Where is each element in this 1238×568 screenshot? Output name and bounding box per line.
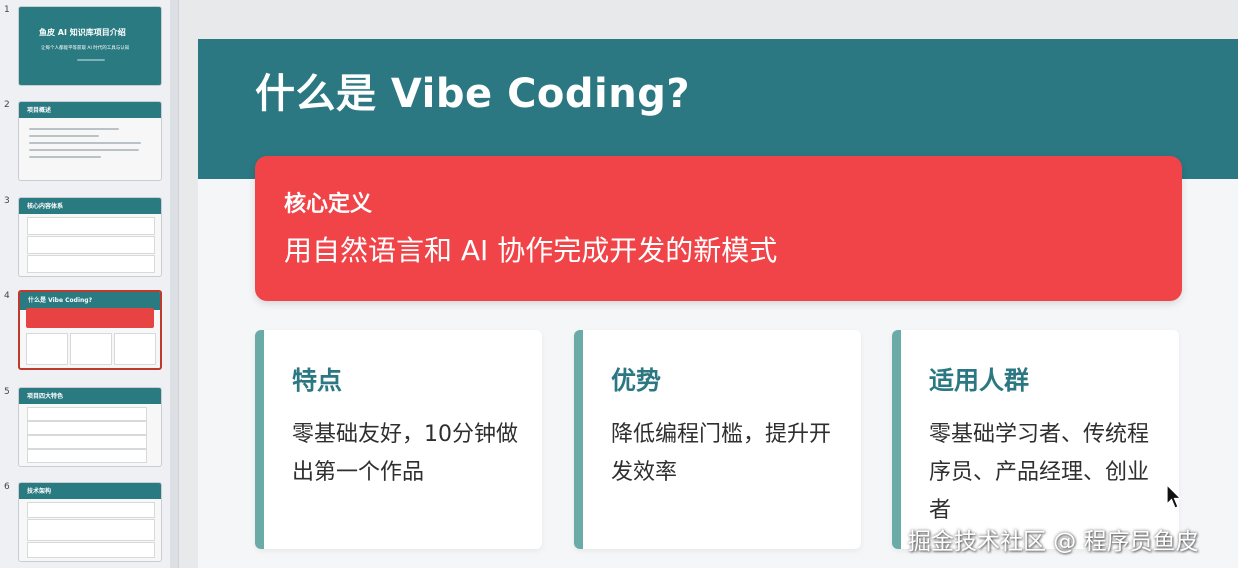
feature-card-body: 降低编程门槛，提升开发效率	[611, 422, 832, 485]
thumbnail-box	[27, 236, 155, 254]
slide-number: 5	[4, 387, 10, 397]
thumbnail-box	[27, 435, 147, 449]
thumbnail-title: 什么是 Vibe Coding?	[28, 297, 93, 304]
slide-thumbnail-3[interactable]: 核心内容体系	[18, 197, 162, 277]
thumbnail-feature-box	[26, 333, 68, 365]
card-accent-bar	[255, 330, 264, 549]
feature-card-title: 优势	[611, 366, 662, 395]
slide-thumbnail-2[interactable]: 项目概述	[18, 101, 162, 181]
core-definition-text: 用自然语言和 AI 协作完成开发的新模式	[284, 234, 778, 267]
card-accent-bar	[574, 330, 583, 549]
feature-card-title: 特点	[292, 366, 343, 395]
thumbnail-text-line	[29, 135, 99, 137]
thumbnail-text-line	[29, 149, 139, 151]
slide-number: 2	[4, 100, 10, 110]
thumbnail-box	[27, 519, 155, 541]
core-definition-card: 核心定义 用自然语言和 AI 协作完成开发的新模式	[255, 156, 1182, 301]
thumbnail-feature-box	[114, 333, 156, 365]
thumbnail-text-line	[29, 156, 101, 158]
feature-card-body: 零基础学习者、传统程序员、产品经理、创业者	[929, 422, 1150, 523]
watermark: 掘金技术社区 @ 程序员鱼皮	[908, 529, 1199, 555]
slide-thumbnail-5[interactable]: 项目四大特色	[18, 387, 162, 467]
core-definition-label: 核心定义	[284, 192, 373, 217]
slide-thumbnail-panel: 1 鱼皮 AI 知识库项目介绍 让每个人都能平等获取 AI 时代的工具与认知 2…	[0, 0, 179, 568]
feature-card-body: 零基础友好，10分钟做出第一个作品	[292, 422, 518, 485]
slide-title: 什么是 Vibe Coding?	[255, 71, 691, 117]
thumbnail-feature-box	[70, 333, 112, 365]
feature-card-audience: 适用人群 零基础学习者、传统程序员、产品经理、创业者	[892, 330, 1179, 549]
thumbnail-text-line	[29, 128, 119, 130]
thumbnail-box	[27, 542, 155, 558]
slide-thumbnail-1[interactable]: 鱼皮 AI 知识库项目介绍 让每个人都能平等获取 AI 时代的工具与认知	[18, 6, 162, 86]
thumbnail-title: 项目概述	[27, 107, 52, 114]
slide-thumbnail-4[interactable]: 什么是 Vibe Coding?	[18, 290, 162, 370]
slide-number: 6	[4, 482, 10, 492]
slide-number: 4	[4, 291, 10, 301]
thumbnail-title: 核心内容体系	[27, 203, 64, 210]
thumbnail-title: 项目四大特色	[27, 393, 64, 400]
slide-canvas[interactable]: 什么是 Vibe Coding? 核心定义 用自然语言和 AI 协作完成开发的新…	[198, 39, 1238, 568]
thumbnail-text-line	[29, 142, 141, 144]
slide-number: 1	[4, 5, 10, 15]
slide-number: 3	[4, 196, 10, 206]
thumbnail-subtitle: 让每个人都能平等获取 AI 时代的工具与认知	[41, 46, 130, 51]
mouse-cursor-icon	[1166, 484, 1182, 509]
thumbnail-decoration	[77, 59, 105, 61]
thumbnail-box	[27, 449, 147, 463]
thumbnail-core-box	[26, 308, 154, 328]
thumbnail-box	[27, 421, 147, 435]
thumbnail-box	[27, 407, 147, 421]
thumbnail-title: 技术架构	[27, 488, 52, 495]
slide-thumbnail-6[interactable]: 技术架构	[18, 482, 162, 562]
card-accent-bar	[892, 330, 901, 549]
thumbnail-box	[27, 502, 155, 518]
thumbnail-box	[27, 255, 155, 273]
thumbnail-title: 鱼皮 AI 知识库项目介绍	[39, 28, 126, 37]
feature-card-advantages: 优势 降低编程门槛，提升开发效率	[574, 330, 861, 549]
feature-card-characteristics: 特点 零基础友好，10分钟做出第一个作品	[255, 330, 542, 549]
thumbnail-box	[27, 217, 155, 235]
feature-card-title: 适用人群	[929, 366, 1030, 395]
